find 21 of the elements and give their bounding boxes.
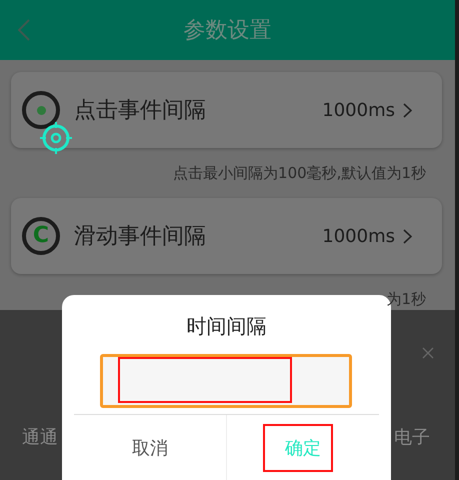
setting-card[interactable]: 点击事件间隔 1000ms: [11, 72, 442, 148]
crosshair-icon: [39, 121, 73, 155]
setting-card[interactable]: C 滑动事件间隔 1000ms: [11, 198, 442, 274]
radio-icon: [22, 91, 60, 129]
setting-value: 1000ms: [322, 226, 395, 246]
letter-icon: C: [22, 217, 60, 255]
dialog-title: 时间间隔: [186, 313, 268, 340]
back-icon[interactable]: [18, 19, 30, 41]
setting-hint: 为1秒: [385, 289, 427, 310]
setting-title: 滑动事件间隔: [74, 223, 207, 251]
close-icon[interactable]: [422, 347, 434, 359]
panel-text: 电子: [394, 426, 430, 449]
chevron-icon: [403, 102, 412, 118]
setting-hint: 点击最小间隔为100毫秒,默认值为1秒: [172, 163, 427, 184]
input-field[interactable]: [100, 354, 352, 408]
setting-title: 点击事件间隔: [74, 97, 207, 125]
setting-value: 1000ms: [322, 100, 395, 120]
chevron-icon: [403, 228, 412, 244]
page-title: 参数设置: [184, 17, 272, 45]
highlight-frame: [263, 424, 333, 472]
panel-text: 通通: [22, 426, 58, 449]
